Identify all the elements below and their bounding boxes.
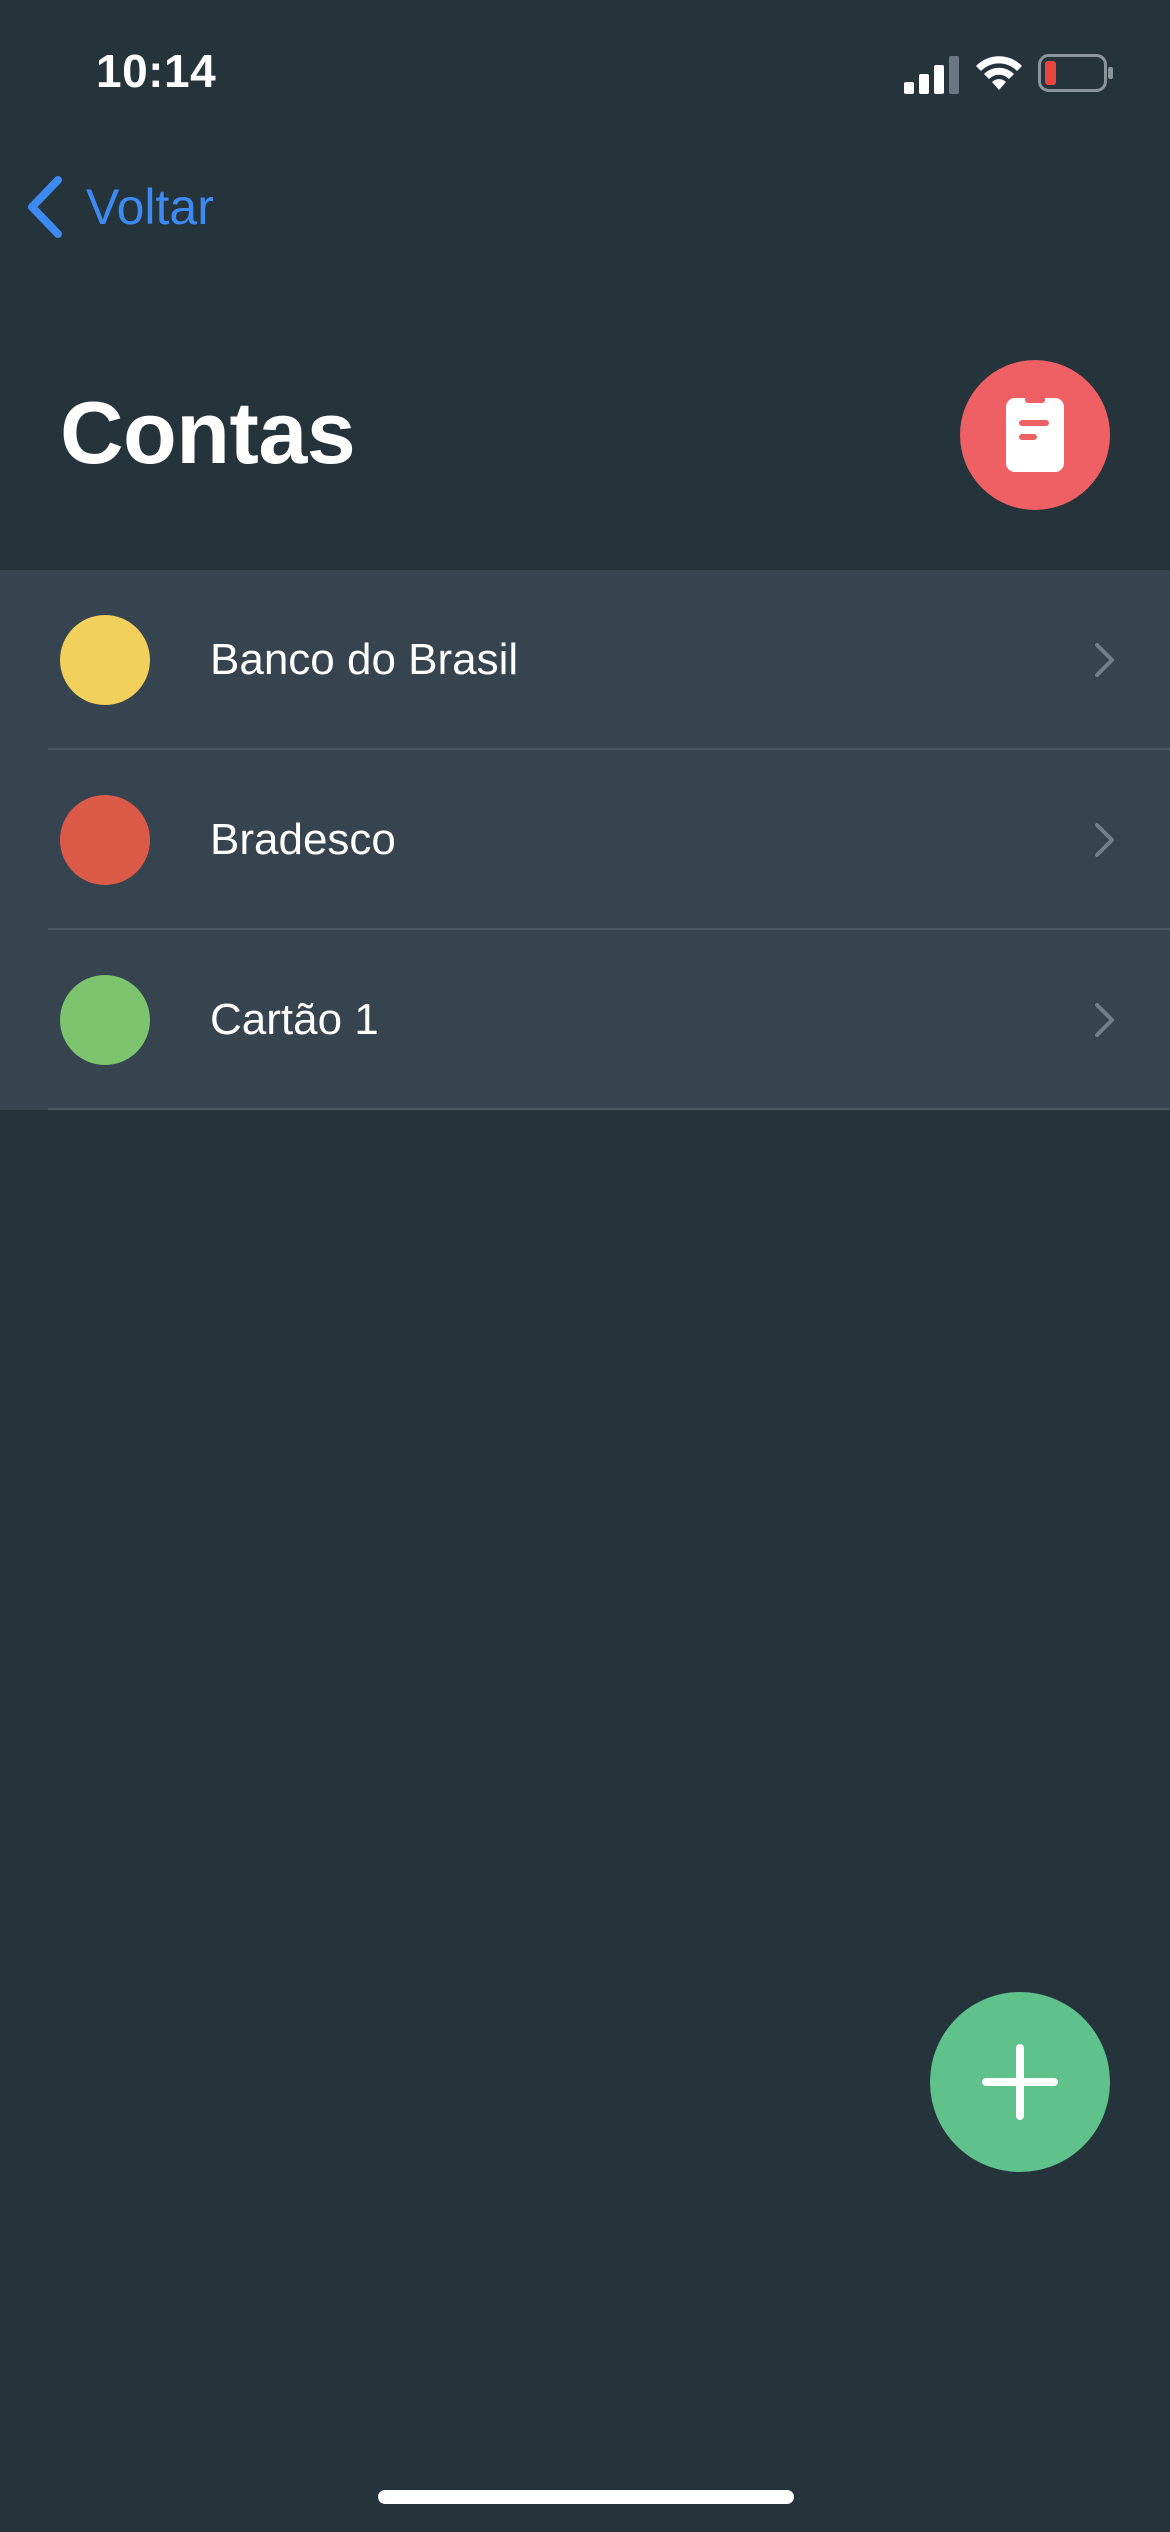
page-title: Contas bbox=[60, 383, 356, 482]
status-bar: 10:14 bbox=[0, 0, 1170, 150]
list-item[interactable]: Banco do Brasil bbox=[0, 570, 1170, 750]
clipboard-icon bbox=[1006, 396, 1064, 472]
account-color-dot bbox=[60, 615, 150, 705]
add-account-button[interactable] bbox=[930, 1992, 1110, 2172]
back-label: Voltar bbox=[86, 179, 214, 235]
chevron-right-icon bbox=[1095, 823, 1114, 857]
account-name: Banco do Brasil bbox=[210, 635, 519, 684]
status-icons bbox=[904, 52, 1114, 94]
report-button[interactable] bbox=[960, 360, 1110, 510]
list-item[interactable]: Cartão 1 bbox=[0, 930, 1170, 1110]
back-button[interactable]: Voltar bbox=[26, 172, 214, 242]
accounts-list: Banco do Brasil Bradesco Cartão 1 bbox=[0, 570, 1170, 1110]
battery-icon bbox=[1038, 54, 1113, 92]
chevron-left-icon bbox=[28, 176, 62, 238]
list-item[interactable]: Bradesco bbox=[0, 750, 1170, 930]
plus-icon bbox=[982, 2044, 1058, 2120]
status-time: 10:14 bbox=[96, 45, 217, 97]
account-name: Cartão 1 bbox=[210, 995, 379, 1044]
account-color-dot bbox=[60, 795, 150, 885]
chevron-right-icon bbox=[1095, 1003, 1114, 1037]
wifi-icon bbox=[976, 56, 1022, 90]
account-name: Bradesco bbox=[210, 815, 396, 864]
home-indicator bbox=[378, 2490, 794, 2504]
cellular-signal-icon bbox=[904, 56, 959, 94]
account-color-dot bbox=[60, 975, 150, 1065]
chevron-right-icon bbox=[1095, 643, 1114, 677]
